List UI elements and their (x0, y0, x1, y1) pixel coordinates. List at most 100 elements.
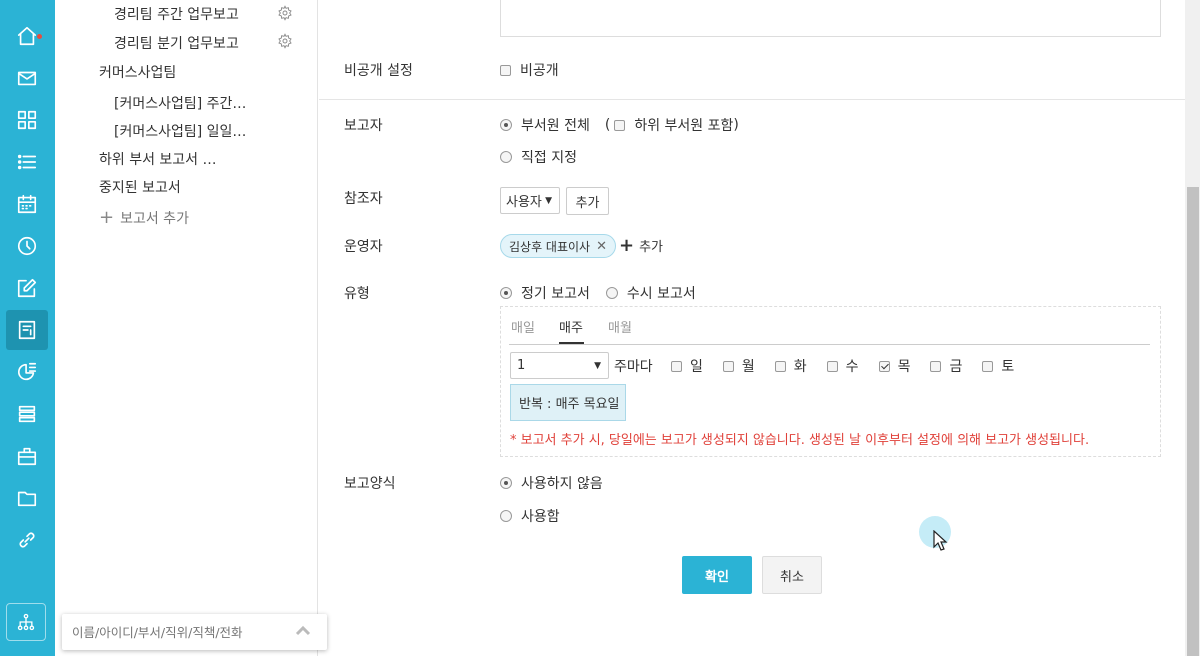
remove-icon[interactable]: ✕ (596, 239, 607, 254)
day-checkbox[interactable] (878, 360, 890, 372)
caret-down-icon: ▼ (545, 196, 552, 206)
mail-icon[interactable] (6, 58, 48, 98)
template-used-label: 사용함 (521, 509, 560, 525)
mouse-cursor-icon (933, 529, 949, 552)
day-fri[interactable]: 금 (930, 356, 962, 376)
private-option[interactable]: 비공개 (500, 60, 559, 80)
referrer-select-value: 사용자 (506, 195, 542, 210)
app-rail (0, 0, 55, 656)
template-not-used-label: 사용하지 않음 (521, 476, 603, 492)
day-sat[interactable]: 토 (982, 356, 1014, 376)
reporter-all-option[interactable]: 부서원 전체 ( 하위 부서원 포함 ) (500, 115, 739, 135)
org-chart-icon[interactable] (6, 603, 46, 641)
operator-add-button[interactable]: + 추가 (619, 236, 663, 255)
include-sub-checkbox[interactable] (614, 119, 626, 131)
include-sub-close-paren: ) (733, 117, 739, 133)
day-checkbox[interactable] (826, 360, 838, 372)
description-textarea[interactable] (500, 0, 1161, 37)
tree-item-stopped[interactable]: 중지된 보고서 (99, 177, 181, 197)
private-option-label: 비공개 (520, 63, 559, 79)
day-checkbox[interactable] (722, 360, 734, 372)
type-options: 정기 보고서 수시 보고서 (500, 283, 696, 303)
gear-icon[interactable] (277, 5, 293, 21)
confirm-button[interactable]: 확인 (682, 556, 752, 594)
day-label: 일 (690, 359, 703, 375)
template-label: 보고양식 (344, 476, 396, 492)
stack-icon[interactable] (6, 394, 48, 434)
tree-item-commerce-team[interactable]: 커머스사업팀 (99, 62, 176, 82)
tree-item-finance-weekly[interactable]: 경리팀 주간 업무보고 (114, 4, 239, 24)
type-adhoc-radio[interactable] (605, 287, 618, 299)
schedule-warning: * 보고서 추가 시, 당일에는 보고가 생성되지 않습니다. 생성된 날 이후… (510, 433, 1090, 448)
cancel-button[interactable]: 취소 (762, 556, 822, 594)
tree-item-finance-quarterly[interactable]: 경리팀 분기 업무보고 (114, 33, 239, 53)
reporter-direct-label: 직접 지정 (521, 150, 577, 166)
day-label: 월 (741, 359, 755, 375)
notification-dot (37, 34, 42, 39)
operator-label: 운영자 (344, 239, 383, 255)
day-checkbox[interactable] (671, 360, 682, 372)
every-week-text: 주마다 (614, 359, 653, 375)
schedule-tabs: 매일 매주 매월 (509, 307, 1150, 345)
reporter-direct-option[interactable]: 직접 지정 (500, 147, 577, 167)
edit-icon[interactable] (6, 268, 48, 308)
template-not-used-radio[interactable] (500, 477, 512, 489)
caret-down-icon: ▼ (594, 361, 601, 371)
type-label: 유형 (344, 286, 370, 302)
report-form: 비공개 설정 비공개 보고자 부서원 전체 ( 하위 부서원 포함 ) 직접 지… (319, 0, 1185, 656)
tree-item-sub-dept[interactable]: 하위 부서 보고서 … (99, 149, 217, 169)
gear-icon[interactable] (277, 33, 293, 49)
template-used-option[interactable]: 사용함 (500, 506, 560, 526)
day-thu[interactable]: 목 (878, 356, 910, 376)
day-label: 화 (793, 359, 807, 375)
referrer-select[interactable]: 사용자 ▼ (500, 187, 560, 214)
operator-chip: 김상후 대표이사 ✕ (500, 234, 617, 258)
referrer-add-button[interactable]: 추가 (566, 187, 609, 215)
type-regular-label: 정기 보고서 (521, 286, 590, 302)
tree-item-commerce-weekly[interactable]: [커머스사업팀] 주간… (114, 93, 246, 113)
template-used-radio[interactable] (500, 510, 512, 522)
day-label: 수 (845, 359, 859, 375)
reporter-all-radio[interactable] (500, 119, 512, 131)
reporter-label: 보고자 (344, 118, 383, 134)
include-sub-label: 하위 부서원 포함 (634, 118, 734, 134)
day-checkbox[interactable] (930, 360, 942, 372)
day-sun[interactable]: 일 (671, 356, 703, 376)
grid-icon[interactable] (6, 100, 48, 140)
template-not-used-option[interactable]: 사용하지 않음 (500, 473, 603, 493)
clock-icon[interactable] (6, 226, 48, 266)
report-icon[interactable] (6, 310, 48, 350)
tab-daily[interactable]: 매일 (511, 317, 535, 336)
calendar-icon[interactable] (6, 184, 48, 224)
tab-weekly[interactable]: 매주 (559, 317, 583, 336)
week-interval-value: 1 (517, 358, 526, 373)
type-regular-radio[interactable] (500, 287, 512, 299)
day-checkbox[interactable] (982, 360, 994, 372)
divider (319, 99, 1185, 100)
briefcase-icon[interactable] (6, 436, 48, 476)
scrollbar-thumb[interactable] (1187, 187, 1199, 656)
add-report-link[interactable]: + 보고서 추가 (99, 208, 189, 228)
tree-item-commerce-daily[interactable]: [커머스사업팀] 일일… (114, 121, 246, 141)
add-report-label: 보고서 추가 (120, 211, 189, 227)
tab-monthly[interactable]: 매월 (608, 317, 632, 336)
operator-add-label: 추가 (639, 240, 664, 255)
weekday-options: 일 월 화 수 목 금 토 (671, 356, 1034, 376)
day-wed[interactable]: 수 (826, 356, 859, 376)
day-mon[interactable]: 월 (722, 356, 755, 376)
include-sub-open-paren: ( (604, 117, 611, 133)
org-search-input[interactable] (72, 620, 282, 644)
link-icon[interactable] (6, 520, 48, 560)
chart-icon[interactable] (6, 352, 48, 392)
chevron-up-icon[interactable] (295, 624, 311, 638)
private-checkbox[interactable] (500, 64, 511, 76)
day-tue[interactable]: 화 (774, 356, 807, 376)
reporter-direct-radio[interactable] (500, 151, 512, 163)
folder-icon[interactable] (6, 478, 48, 518)
plus-icon: + (99, 207, 115, 228)
day-checkbox[interactable] (774, 360, 786, 372)
week-interval-select[interactable]: 1 ▼ (510, 352, 609, 379)
list-icon[interactable] (6, 142, 48, 182)
plus-icon: + (619, 234, 635, 256)
day-label: 금 (949, 359, 963, 375)
